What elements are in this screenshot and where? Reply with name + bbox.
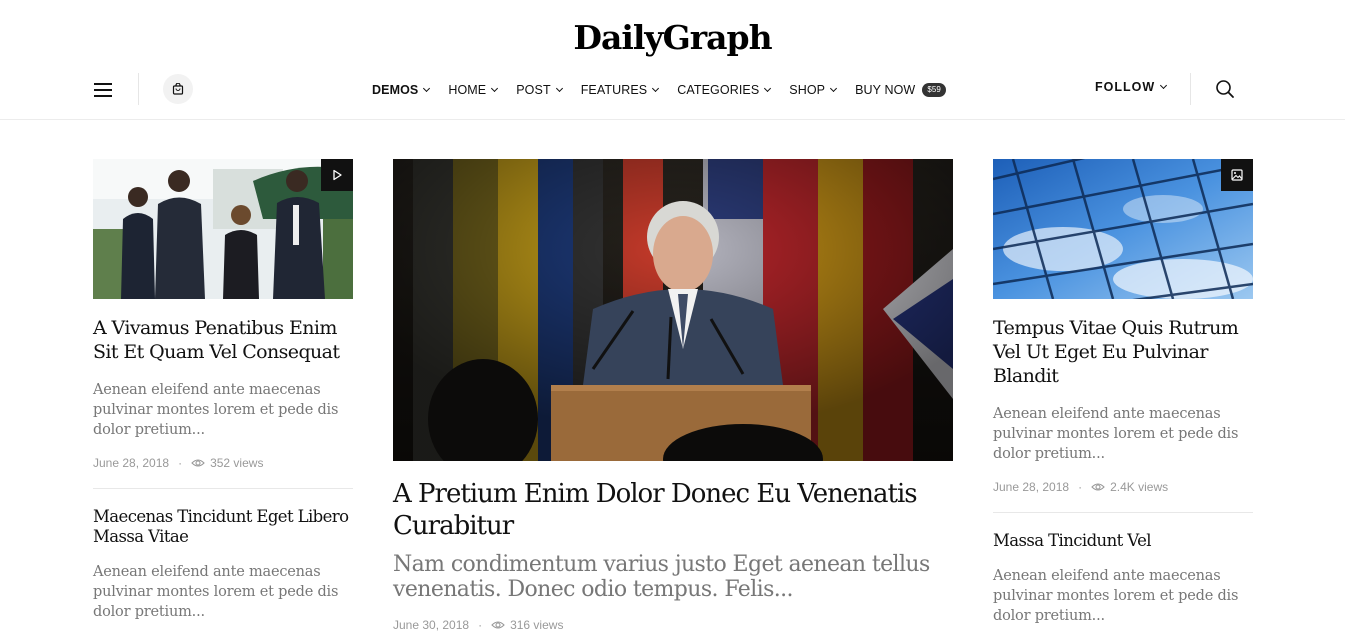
post-thumbnail-business-handshake[interactable]: [93, 159, 353, 299]
post-date: June 28, 2018: [993, 480, 1070, 494]
nav-item-features[interactable]: FEATURES: [580, 83, 660, 97]
post-excerpt: Aenean eleifend ante maecenas pulvinar m…: [993, 568, 1239, 624]
post-date: June 30, 2018: [393, 618, 470, 632]
play-icon: [333, 169, 342, 181]
post-divider: [993, 512, 1253, 513]
nav-divider: [138, 73, 139, 105]
chevron-down-icon: [491, 84, 499, 93]
follow-label: FOLLOW: [1095, 80, 1156, 94]
nav-item-label: FEATURES: [580, 83, 648, 97]
gallery-badge[interactable]: [1221, 159, 1253, 191]
image-icon: [1231, 169, 1243, 181]
glass-building-image: [993, 159, 1253, 299]
chevron-down-icon: [1160, 81, 1168, 90]
eye-icon: [1091, 483, 1105, 491]
politician-speech-image: [393, 159, 953, 461]
featured-post-image[interactable]: [393, 159, 953, 461]
post-title[interactable]: Maecenas Tincidunt Eget Libero Massa Vit…: [93, 507, 353, 547]
nav-item-buy-now[interactable]: BUY NOW $59: [855, 83, 946, 97]
main-navbar: DEMOS HOME POST FEATURES CATEGORIES SHOP…: [0, 70, 1345, 120]
post-title[interactable]: A Vivamus Penatibus Enim Sit Et Quam Vel…: [93, 316, 353, 364]
post-views: 316 views: [510, 618, 564, 632]
nav-item-home[interactable]: HOME: [448, 83, 499, 97]
post-views: 2.4K views: [1110, 480, 1169, 494]
nav-item-label: POST: [516, 83, 551, 97]
nav-item-label: BUY NOW: [855, 83, 916, 97]
post-excerpt: Nam condimentum varius justo Eget aenean…: [393, 552, 930, 602]
nav-item-categories[interactable]: CATEGORIES: [677, 83, 772, 97]
post-excerpt: Aenean eleifend ante maecenas pulvinar m…: [93, 382, 339, 438]
post-excerpt: Aenean eleifend ante maecenas pulvinar m…: [993, 406, 1239, 462]
post-title[interactable]: Massa Tincidunt Vel: [993, 531, 1253, 551]
eye-icon: [191, 459, 205, 467]
eye-icon: [491, 621, 505, 629]
center-column: A Pretium Enim Dolor Donec Eu Venenatis …: [393, 159, 953, 632]
post-title[interactable]: A Pretium Enim Dolor Donec Eu Venenatis …: [393, 478, 953, 542]
chevron-down-icon: [555, 84, 563, 93]
post-divider: [93, 488, 353, 489]
primary-menu: DEMOS HOME POST FEATURES CATEGORIES SHOP…: [372, 80, 965, 100]
post-thumbnail-glass-building[interactable]: [993, 159, 1253, 299]
post-excerpt: Aenean eleifend ante maecenas pulvinar m…: [93, 564, 339, 620]
meta-separator: ·: [1078, 480, 1083, 494]
shopping-bag-icon: [172, 83, 184, 95]
nav-item-label: CATEGORIES: [677, 83, 760, 97]
post-meta: June 28, 2018 · 2.4K views: [993, 480, 1253, 494]
business-handshake-image: [93, 159, 353, 299]
hamburger-menu-icon[interactable]: [94, 83, 112, 97]
nav-item-label: DEMOS: [372, 83, 419, 97]
search-icon: [1216, 80, 1234, 98]
nav-divider: [1190, 73, 1191, 105]
post-date: June 28, 2018: [93, 456, 170, 470]
post-meta: June 30, 2018 · 316 views: [393, 618, 953, 632]
cart-button[interactable]: [163, 74, 193, 104]
video-badge[interactable]: [321, 159, 353, 191]
chevron-down-icon: [764, 84, 772, 93]
nav-item-post[interactable]: POST: [516, 83, 563, 97]
right-column: Tempus Vitae Quis Rutrum Vel Ut Eget Eu …: [993, 159, 1253, 626]
site-logo[interactable]: DailyGraph: [0, 18, 1345, 58]
price-badge: $59: [922, 83, 946, 97]
left-column: A Vivamus Penatibus Enim Sit Et Quam Vel…: [93, 159, 353, 622]
follow-dropdown[interactable]: FOLLOW: [1095, 80, 1168, 94]
meta-separator: ·: [478, 618, 483, 632]
meta-separator: ·: [178, 456, 183, 470]
nav-item-label: HOME: [448, 83, 487, 97]
chevron-down-icon: [652, 84, 660, 93]
chevron-down-icon: [830, 84, 838, 93]
chevron-down-icon: [423, 84, 431, 93]
search-button[interactable]: [1215, 79, 1235, 99]
post-views: 352 views: [210, 456, 264, 470]
post-meta: June 28, 2018 · 352 views: [93, 456, 353, 470]
nav-item-label: SHOP: [789, 83, 826, 97]
post-title[interactable]: Tempus Vitae Quis Rutrum Vel Ut Eget Eu …: [993, 316, 1253, 388]
nav-item-shop[interactable]: SHOP: [789, 83, 838, 97]
nav-item-demos[interactable]: DEMOS: [372, 83, 431, 97]
